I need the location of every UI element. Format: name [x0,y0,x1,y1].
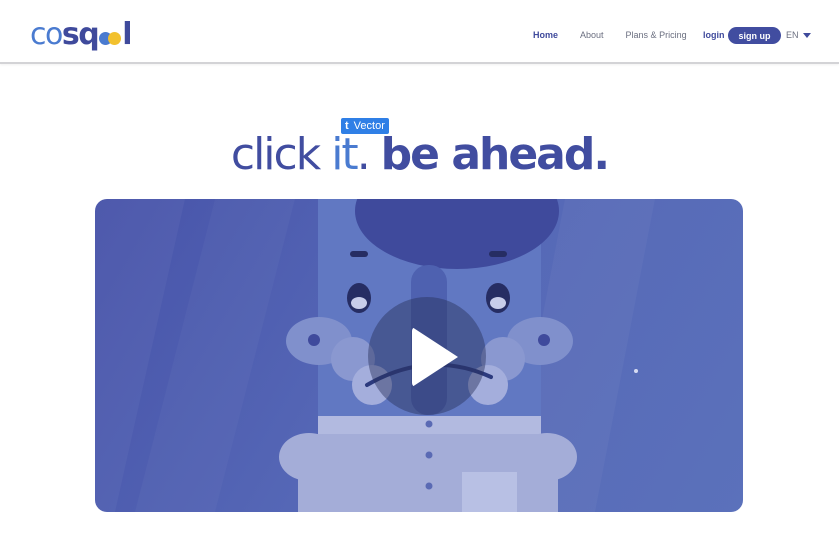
chevron-down-icon [802,32,811,38]
logo-dot-yellow [108,32,122,45]
headline-it: it [331,129,359,180]
signup-button[interactable]: sign up [728,27,781,44]
hero-headline: click it. be ahead. [0,130,839,180]
nav-item-home[interactable]: Home [533,30,558,40]
logo-text-middle: sq [61,17,100,52]
headline-click: click [230,129,332,180]
play-button[interactable] [368,297,486,415]
nav-item-about[interactable]: About [580,30,604,40]
logo-text-prefix: co [30,17,63,52]
headline-dot: . [356,129,381,180]
login-link[interactable]: login [703,30,725,40]
main-nav: Home About Plans & Pricing [533,28,709,42]
logo-text-suffix: l [122,17,132,52]
headline-be-ahead: be ahead. [380,129,610,180]
cosqool-logo[interactable]: co sq l [30,8,132,52]
logo-dots [99,32,122,45]
site-header: co sq l Home About Plans & Pricing login s… [0,0,839,64]
language-selector[interactable]: EN [786,30,811,40]
nav-item-plans-pricing[interactable]: Plans & Pricing [626,30,687,40]
language-label: EN [786,30,799,40]
play-icon [412,327,458,387]
intro-video[interactable] [95,199,743,512]
